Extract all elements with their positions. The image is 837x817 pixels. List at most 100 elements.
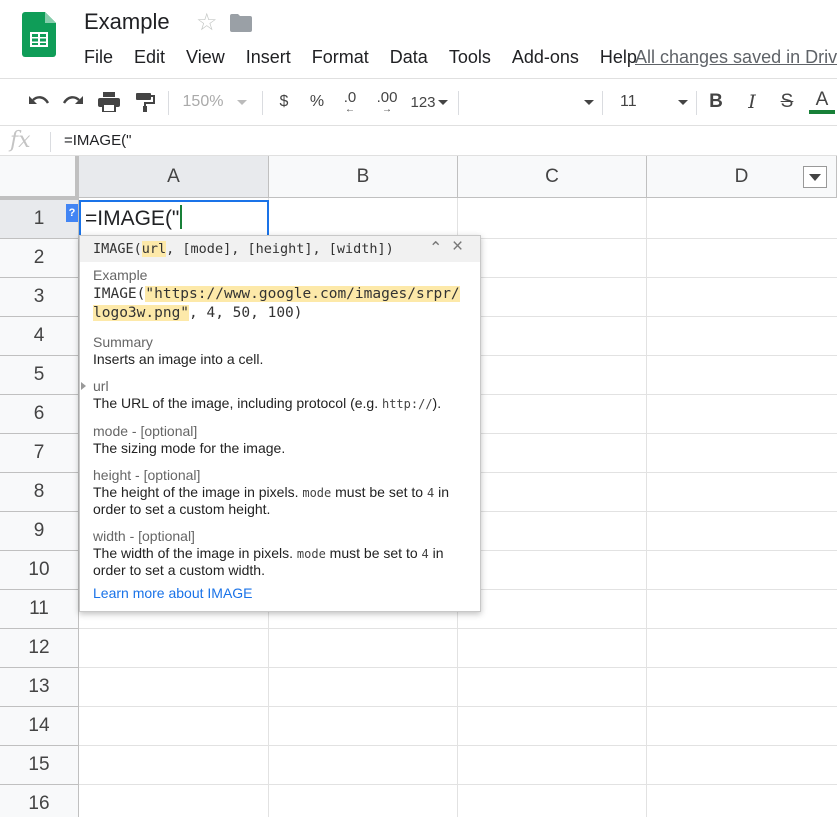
redo-button[interactable] <box>60 79 86 125</box>
column-header-a[interactable]: A <box>79 156 269 198</box>
row-header-2[interactable]: 2 <box>0 239 79 278</box>
arrow-right-icon: → <box>382 104 392 115</box>
print-button[interactable] <box>96 79 122 125</box>
example-prefix: IMAGE( <box>93 286 146 302</box>
cell-editor[interactable]: =IMAGE(" <box>85 205 183 231</box>
menu-format[interactable]: Format <box>300 46 378 68</box>
param-url-code: http:// <box>381 397 433 411</box>
cell-editor-text: =IMAGE(" <box>85 207 180 230</box>
sheets-logo-icon[interactable] <box>22 12 56 58</box>
example-code: IMAGE("https://www.google.com/images/srp… <box>93 285 460 323</box>
row-header-13[interactable]: 13 <box>0 668 79 707</box>
close-icon[interactable]: × <box>452 236 463 258</box>
param-width-label: width - [optional] <box>93 528 195 544</box>
toolbar-divider <box>262 91 263 115</box>
row-header-4[interactable]: 4 <box>0 317 79 356</box>
currency-format-button[interactable]: $ <box>274 79 294 125</box>
percent-format-button[interactable]: % <box>306 79 328 125</box>
signature-function-name: IMAGE( <box>93 241 142 257</box>
undo-button[interactable] <box>26 79 52 125</box>
text-color-swatch <box>809 110 835 114</box>
menu-bar: File Edit View Insert Format Data Tools Add-ons… <box>72 46 646 70</box>
signature-rest: , [mode], [height], [width]) <box>166 241 394 257</box>
bold-button[interactable]: B <box>704 79 728 125</box>
row-header-14[interactable]: 14 <box>0 707 79 746</box>
example-url-line2: logo3w.png" <box>93 305 190 321</box>
font-size-select[interactable]: 11 <box>614 79 688 125</box>
formula-help-toggle[interactable]: ? <box>66 204 78 222</box>
italic-icon: I <box>748 91 756 113</box>
param-height-text-mid: must be set to <box>331 484 427 500</box>
folder-icon[interactable] <box>230 14 252 32</box>
column-header-c[interactable]: C <box>458 156 647 198</box>
param-width-text-after: in <box>428 545 444 561</box>
grid-line <box>79 667 837 668</box>
formula-input[interactable]: =IMAGE(" <box>64 132 131 149</box>
font-family-select[interactable] <box>470 79 594 125</box>
param-width-text-mid: must be set to <box>325 545 422 561</box>
toolbar-divider <box>696 91 697 115</box>
active-cell-a1[interactable]: =IMAGE(" <box>79 200 269 238</box>
signature-active-arg: url <box>141 241 167 257</box>
formula-help-popup: IMAGE(url, [mode], [height], [width]) ⌃ … <box>79 235 481 612</box>
chevron-down-icon <box>437 99 448 105</box>
row-header-11[interactable]: 11 <box>0 590 79 629</box>
save-status-link[interactable]: All changes saved in Drive <box>635 46 837 68</box>
undo-icon <box>29 96 50 104</box>
document-title[interactable]: Example <box>84 9 170 35</box>
select-all-corner[interactable] <box>0 156 79 200</box>
fx-icon: fx <box>10 128 31 153</box>
toolbar-divider <box>602 91 603 115</box>
menu-file[interactable]: File <box>72 46 122 68</box>
zoom-select[interactable]: 150% <box>180 79 250 125</box>
param-url-text-after: ). <box>432 395 442 411</box>
strikethrough-button[interactable]: S <box>775 79 799 125</box>
collapse-help-button[interactable]: ⌃ <box>429 238 442 258</box>
star-icon[interactable]: ☆ <box>196 9 218 37</box>
summary-label: Summary <box>93 334 153 350</box>
currency-label: $ <box>279 93 289 110</box>
menu-add-ons[interactable]: Add-ons <box>500 46 588 68</box>
example-suffix: , 4, 50, 100) <box>189 305 303 321</box>
grid-line <box>79 745 837 746</box>
menu-view[interactable]: View <box>174 46 234 68</box>
row-header-8[interactable]: 8 <box>0 473 79 512</box>
formula-bar: fx =IMAGE(" <box>0 126 837 156</box>
menu-insert[interactable]: Insert <box>234 46 300 68</box>
param-width-code-value: 4 <box>421 547 429 561</box>
example-label: Example <box>93 267 148 283</box>
param-height-text-end: order to set a custom height. <box>93 501 271 517</box>
menu-data[interactable]: Data <box>378 46 437 68</box>
row-header-7[interactable]: 7 <box>0 434 79 473</box>
param-width-text: The width of the image in pixels. mode m… <box>93 545 468 578</box>
italic-button[interactable]: I <box>740 79 764 125</box>
row-header-3[interactable]: 3 <box>0 278 79 317</box>
row-header-5[interactable]: 5 <box>0 356 79 395</box>
row-header-9[interactable]: 9 <box>0 512 79 551</box>
row-header-15[interactable]: 15 <box>0 746 79 785</box>
row-header-12[interactable]: 12 <box>0 629 79 668</box>
print-icon <box>98 92 120 112</box>
row-header-10[interactable]: 10 <box>0 551 79 590</box>
menu-tools[interactable]: Tools <box>437 46 500 68</box>
param-url-text-before: The URL of the image, including protocol… <box>93 395 382 411</box>
number-format-select[interactable]: 123 <box>408 79 450 125</box>
formula-bar-divider <box>50 132 51 152</box>
column-header-b[interactable]: B <box>269 156 458 198</box>
row-header-6[interactable]: 6 <box>0 395 79 434</box>
paint-format-button[interactable] <box>132 79 158 125</box>
grid-line <box>79 628 837 629</box>
param-width-text-end: order to set a custom width. <box>93 562 265 578</box>
text-color-button[interactable]: A <box>808 79 836 125</box>
grid-line <box>646 198 647 817</box>
column-menu-button[interactable] <box>803 166 827 188</box>
increase-decimal-button[interactable]: .00 → <box>372 79 402 125</box>
decrease-decimal-button[interactable]: .0 ← <box>338 79 362 125</box>
menu-edit[interactable]: Edit <box>122 46 174 68</box>
learn-more-link[interactable]: Learn more about IMAGE <box>93 585 253 601</box>
grid-line <box>79 706 837 707</box>
toolbar-divider <box>458 91 459 115</box>
row-header-16[interactable]: 16 <box>0 785 79 817</box>
zoom-value: 150% <box>182 93 224 110</box>
param-width-code-mode: mode <box>296 547 326 561</box>
